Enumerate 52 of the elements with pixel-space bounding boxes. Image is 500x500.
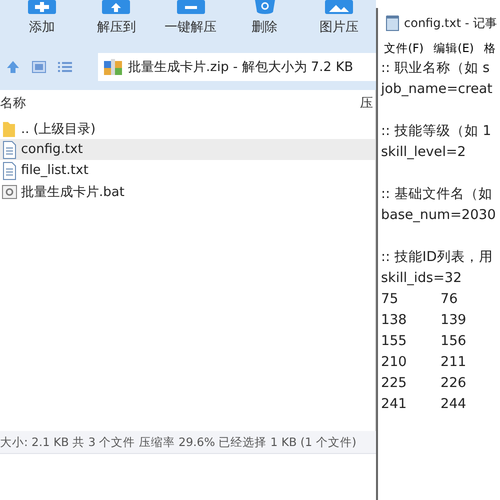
toolbar-button[interactable]: 删除 xyxy=(228,0,302,48)
skill-id: 76 xyxy=(440,290,459,309)
skill-id: 211 xyxy=(440,353,468,372)
up-arrow-icon xyxy=(6,60,20,74)
file-row[interactable]: 批量生成卡片.bat xyxy=(0,181,375,202)
text-line: :: 技能等级（如 1 xyxy=(381,122,492,141)
skill-id: 244 xyxy=(440,395,468,414)
skill-id: 225 xyxy=(381,374,408,393)
file-row[interactable]: .. (上级目录) xyxy=(0,118,375,139)
archive-path: 批量生成卡片.zip - 解包大小为 7.2 KB xyxy=(128,59,354,76)
column-header[interactable]: 压 xyxy=(360,94,373,112)
address-field[interactable]: 批量生成卡片.zip - 解包大小为 7.2 KB xyxy=(98,53,376,81)
skill-id: 155 xyxy=(381,332,408,351)
column-header[interactable]: 名称 xyxy=(0,94,26,112)
toolbar-button[interactable]: 一键解压 xyxy=(153,0,228,48)
file-row[interactable]: config.txt xyxy=(0,139,375,160)
toolbar-button[interactable]: 图片压 xyxy=(302,0,376,48)
notepad-icon xyxy=(386,15,399,31)
menu-item[interactable]: 编辑(E) xyxy=(434,40,474,56)
skill-id: 75 xyxy=(381,290,400,309)
minus-icon xyxy=(176,0,204,14)
list-icon xyxy=(58,61,72,73)
plus-icon xyxy=(28,0,56,14)
menu-item[interactable]: 文件(F) xyxy=(384,40,424,56)
view-icon xyxy=(32,61,46,73)
window-title: config.txt - 记事 xyxy=(404,14,498,32)
toolbar-button[interactable]: 添加 xyxy=(5,0,80,48)
text-line: job_name=creat xyxy=(381,80,494,99)
text-line: skill_level=2 xyxy=(381,143,467,162)
file-name: 批量生成卡片.bat xyxy=(21,184,124,200)
text-line: base_num=2030 xyxy=(381,206,497,225)
skill-id: 156 xyxy=(440,332,468,351)
file-name: file_list.txt xyxy=(21,163,88,178)
skill-id: 138 xyxy=(381,311,408,330)
upload-icon xyxy=(102,0,130,14)
status-text: 大小: 2.1 KB 共 3 个文件 压缩率 29.6% 已经选择 1 KB (1 个文件) xyxy=(0,434,358,451)
archive-icon xyxy=(104,59,122,75)
file-row[interactable]: file_list.txt xyxy=(0,160,375,181)
folder-icon xyxy=(2,120,17,138)
text-line: :: 技能ID列表，用 xyxy=(381,248,494,267)
skill-id: 241 xyxy=(381,395,408,414)
skill-id: 226 xyxy=(440,374,468,393)
text-line: :: 基础文件名（如 xyxy=(381,185,494,204)
skill-id: 210 xyxy=(381,353,408,372)
file-name: config.txt xyxy=(21,142,83,157)
menu-item[interactable]: 格 xyxy=(484,40,496,56)
skill-id: 139 xyxy=(440,311,468,330)
file-name: .. (上级目录) xyxy=(21,120,96,138)
text-line: skill_ids=32 xyxy=(381,269,463,288)
text-line: :: 职业名称（如 s xyxy=(381,59,491,78)
picture-icon xyxy=(324,0,353,14)
toolbar-button[interactable]: 解压到 xyxy=(79,0,154,48)
